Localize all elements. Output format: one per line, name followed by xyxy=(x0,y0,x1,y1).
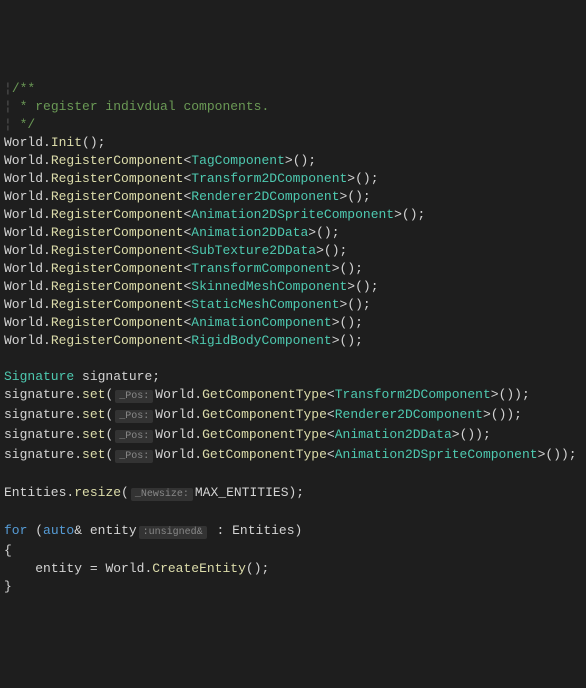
comment-line: ¦ */ xyxy=(4,116,582,134)
register-call: World.RegisterComponent<Animation2DSprit… xyxy=(4,206,582,224)
init-call: World.Init(); xyxy=(4,134,582,152)
param-hint: _Pos: xyxy=(115,390,153,403)
comment-line: ¦/** xyxy=(4,80,582,98)
register-call: World.RegisterComponent<Renderer2DCompon… xyxy=(4,188,582,206)
signature-block: signature.set(_Pos:World.GetComponentTyp… xyxy=(4,386,582,466)
register-call: World.RegisterComponent<RigidBodyCompone… xyxy=(4,332,582,350)
blank-line xyxy=(4,350,582,368)
for-header: for (auto& entity:unsigned& : Entities) xyxy=(4,522,582,542)
register-block: World.RegisterComponent<TagComponent>();… xyxy=(4,152,582,350)
param-hint: _Pos: xyxy=(115,410,153,423)
blank-line xyxy=(4,466,582,484)
register-call: World.RegisterComponent<SubTexture2DData… xyxy=(4,242,582,260)
signature-set-call: signature.set(_Pos:World.GetComponentTyp… xyxy=(4,386,582,406)
signature-set-call: signature.set(_Pos:World.GetComponentTyp… xyxy=(4,406,582,426)
register-call: World.RegisterComponent<AnimationCompone… xyxy=(4,314,582,332)
brace-open: { xyxy=(4,542,582,560)
loop-body: entity = World.CreateEntity(); xyxy=(4,560,582,578)
brace-close: } xyxy=(4,578,582,596)
signature-set-call: signature.set(_Pos:World.GetComponentTyp… xyxy=(4,446,582,466)
register-call: World.RegisterComponent<Animation2DData>… xyxy=(4,224,582,242)
signature-decl: Signature signature; xyxy=(4,368,582,386)
param-hint: _Pos: xyxy=(115,450,153,463)
comment-line: ¦ * register indivdual components. xyxy=(4,98,582,116)
param-hint: _Pos: xyxy=(115,430,153,443)
register-call: World.RegisterComponent<TagComponent>(); xyxy=(4,152,582,170)
resize-call: Entities.resize(_Newsize:MAX_ENTITIES); xyxy=(4,484,582,504)
blank-line xyxy=(4,504,582,522)
register-call: World.RegisterComponent<Transform2DCompo… xyxy=(4,170,582,188)
register-call: World.RegisterComponent<StaticMeshCompon… xyxy=(4,296,582,314)
register-call: World.RegisterComponent<SkinnedMeshCompo… xyxy=(4,278,582,296)
register-call: World.RegisterComponent<TransformCompone… xyxy=(4,260,582,278)
param-hint: _Newsize: xyxy=(131,488,193,501)
type-hint: :unsigned& xyxy=(139,526,207,539)
code-editor[interactable]: ¦/**¦ * register indivdual components.¦ … xyxy=(4,80,582,596)
signature-set-call: signature.set(_Pos:World.GetComponentTyp… xyxy=(4,426,582,446)
